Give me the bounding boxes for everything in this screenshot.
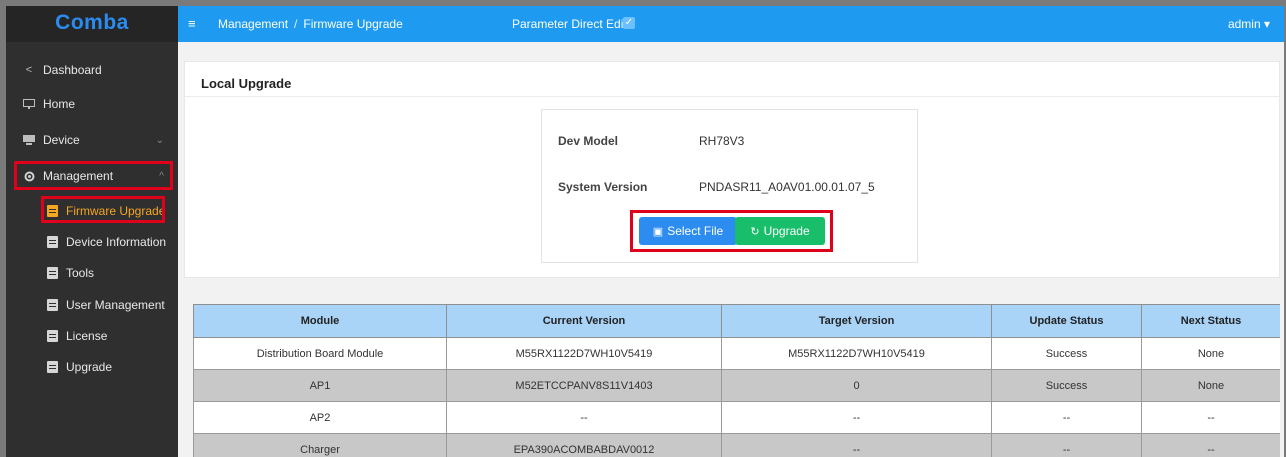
monitor-icon bbox=[22, 97, 36, 111]
panel-title: Local Upgrade bbox=[201, 76, 292, 91]
highlight-management bbox=[14, 161, 173, 190]
table-cell: EPA390ACOMBABDAV0012 bbox=[446, 433, 722, 457]
table-cell: -- bbox=[1141, 433, 1280, 457]
table-cell: -- bbox=[991, 433, 1142, 457]
document-icon bbox=[47, 299, 58, 311]
table-cell: -- bbox=[1141, 401, 1280, 434]
table-header-row: Module Current Version Target Version Up… bbox=[193, 304, 1280, 338]
parameter-direct-edit-checkbox[interactable]: ✓ bbox=[623, 17, 635, 29]
device-info-card: Dev Model RH78V3 System Version PNDASR11… bbox=[541, 109, 918, 263]
breadcrumb-separator: / bbox=[294, 17, 298, 31]
sidebar: Comba < Dashboard Home Device ⌄ Manageme… bbox=[6, 6, 178, 457]
dev-model-value: RH78V3 bbox=[699, 134, 745, 148]
table-row: AP2 -- -- -- -- bbox=[193, 401, 1280, 434]
chevron-down-icon: ⌄ bbox=[155, 134, 164, 146]
sidebar-subitem-device-information[interactable]: Device Information bbox=[6, 231, 178, 253]
system-version-label: System Version bbox=[558, 180, 648, 194]
sidebar-subitem-label: Device Information bbox=[66, 235, 167, 249]
sidebar-item-dashboard[interactable]: < Dashboard bbox=[6, 59, 178, 81]
sidebar-item-device[interactable]: Device ⌄ bbox=[6, 129, 178, 151]
table-cell: None bbox=[1141, 369, 1280, 402]
table-row: Charger EPA390ACOMBABDAV0012 -- -- -- bbox=[193, 433, 1280, 457]
table-cell: -- bbox=[991, 401, 1142, 434]
table-cell: -- bbox=[721, 433, 992, 457]
table-cell: AP2 bbox=[193, 401, 447, 434]
sidebar-subitem-user-management[interactable]: User Management bbox=[6, 294, 178, 316]
sidebar-subitem-label: User Management bbox=[66, 298, 165, 312]
local-upgrade-panel: Local Upgrade Dev Model RH78V3 System Ve… bbox=[184, 61, 1280, 278]
sidebar-subitem-upgrade[interactable]: Upgrade bbox=[6, 356, 178, 378]
sidebar-subitem-tools[interactable]: Tools bbox=[6, 262, 178, 284]
highlight-firmware-upgrade bbox=[41, 196, 165, 223]
sidebar-item-label: Device bbox=[43, 133, 80, 147]
column-header: Target Version bbox=[721, 304, 992, 338]
document-icon bbox=[47, 330, 58, 342]
logo: Comba bbox=[6, 6, 178, 42]
app-window: Comba < Dashboard Home Device ⌄ Manageme… bbox=[6, 6, 1284, 457]
share-icon: < bbox=[25, 64, 33, 76]
table-row: Distribution Board Module M55RX1122D7WH1… bbox=[193, 337, 1280, 370]
column-header: Module bbox=[193, 304, 447, 338]
table-row: AP1 M52ETCCPANV8S11V1403 0 Success None bbox=[193, 369, 1280, 402]
table-cell: Distribution Board Module bbox=[193, 337, 447, 370]
sidebar-subitem-label: Tools bbox=[66, 266, 95, 280]
system-version-value: PNDASR11_A0AV01.00.01.07_5 bbox=[699, 180, 875, 194]
highlight-buttons bbox=[630, 210, 833, 252]
device-icon bbox=[22, 133, 36, 147]
table-cell: -- bbox=[446, 401, 722, 434]
breadcrumb: Management / Firmware Upgrade bbox=[218, 17, 403, 31]
column-header: Update Status bbox=[991, 304, 1142, 338]
menu-collapse-icon[interactable]: ≡ bbox=[188, 16, 196, 31]
top-header: ≡ Management / Firmware Upgrade Parameter … bbox=[178, 6, 1284, 42]
sidebar-subitem-license[interactable]: License bbox=[6, 325, 178, 347]
sidebar-item-label: Home bbox=[43, 97, 76, 111]
caret-down-icon: ▾ bbox=[1263, 17, 1270, 31]
table-cell: Charger bbox=[193, 433, 447, 457]
user-menu[interactable]: admin ▾ bbox=[1228, 17, 1270, 31]
sidebar-subitem-label: License bbox=[66, 329, 108, 343]
document-icon bbox=[47, 361, 58, 373]
sidebar-item-label: Dashboard bbox=[43, 63, 102, 77]
dev-model-label: Dev Model bbox=[558, 134, 619, 148]
module-status-table: Module Current Version Target Version Up… bbox=[193, 304, 1280, 457]
column-header: Current Version bbox=[446, 304, 722, 338]
table-cell: M55RX1122D7WH10V5419 bbox=[721, 337, 992, 370]
divider bbox=[185, 96, 1279, 97]
column-header: Next Status bbox=[1141, 304, 1280, 338]
table-cell: -- bbox=[721, 401, 992, 434]
table-cell: M52ETCCPANV8S11V1403 bbox=[446, 369, 722, 402]
table-cell: M55RX1122D7WH10V5419 bbox=[446, 337, 722, 370]
sidebar-item-home[interactable]: Home bbox=[6, 93, 178, 115]
table-cell: None bbox=[1141, 337, 1280, 370]
document-icon bbox=[47, 236, 58, 248]
parameter-direct-edit-label: Parameter Direct Edit bbox=[512, 17, 627, 31]
table-cell: Success bbox=[991, 369, 1142, 402]
breadcrumb-item[interactable]: Management bbox=[218, 17, 288, 31]
document-icon bbox=[47, 267, 58, 279]
table-cell: 0 bbox=[721, 369, 992, 402]
table-cell: AP1 bbox=[193, 369, 447, 402]
breadcrumb-item-current: Firmware Upgrade bbox=[303, 17, 403, 31]
sidebar-subitem-label: Upgrade bbox=[66, 360, 113, 374]
user-name: admin bbox=[1227, 17, 1261, 31]
table-cell: Success bbox=[991, 337, 1142, 370]
